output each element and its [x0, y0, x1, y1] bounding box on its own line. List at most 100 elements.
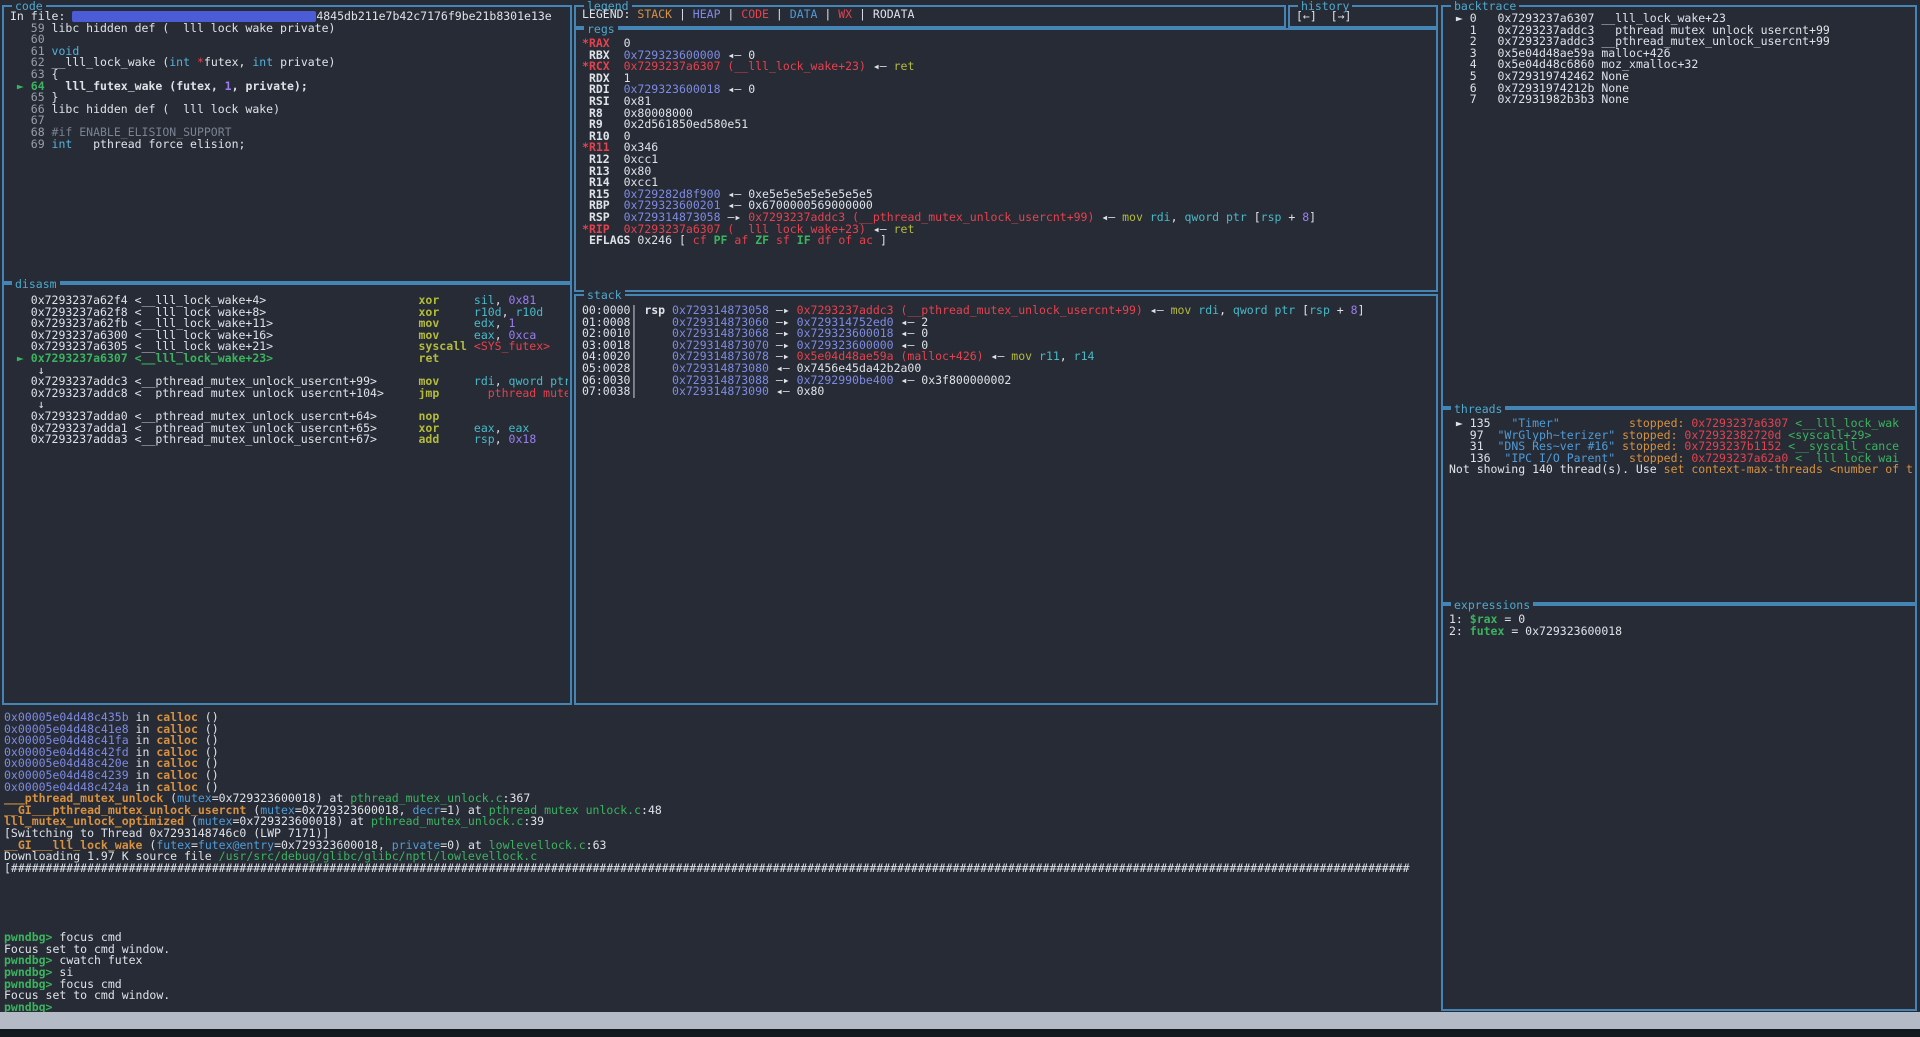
stack-row: 00:0000│ rsp 0x729314873058 —▸ 0x7293237…	[582, 305, 1434, 317]
source-line: In file: 4845db211e7b42c7176f9be21b8301e…	[10, 11, 568, 23]
console-line: [Switching to Thread 0x7293148746c0 (LWP…	[4, 828, 1438, 840]
status-bar: multi-thre Thread 0x7293148746 (cmd) In:…	[0, 1012, 1920, 1029]
expression-row: 1: $rax = 0	[1449, 614, 1913, 626]
register-row: R14 0xcc1	[582, 177, 1434, 189]
disasm-line: 0x7293237a6300 <__lll_lock_wake+16> mov …	[10, 330, 568, 342]
gdb-console[interactable]: 0x00005e04d48c435b in calloc () 0x00005e0…	[4, 712, 1438, 1012]
source-line: 63 {	[10, 69, 568, 81]
stack-row: 04:0020│ 0x729314873078 —▸ 0x5e04d48ae59…	[582, 351, 1434, 363]
backtrace-frame: 7 0x72931982b3b3 None	[1449, 94, 1913, 106]
register-row: *R11 0x346	[582, 142, 1434, 154]
expression-row: 2: futex = 0x729323600018	[1449, 626, 1913, 638]
thread-row: ► 135 "Timer" stopped: 0x7293237a6307 <_…	[1449, 418, 1913, 430]
console-line: pwndbg> si	[4, 967, 1438, 979]
expressions-content: 1: $rax = 02: futex = 0x729323600018	[1449, 614, 1913, 1007]
legend-line: LEGEND: STACK | HEAP | CODE | DATA | WX …	[582, 9, 1282, 21]
source-line: 69 int __pthread_force_elision;	[10, 139, 568, 151]
panel-title-regs: regs	[584, 22, 618, 36]
redacted-filepath	[72, 11, 316, 22]
console-line: lll_mutex_unlock_optimized (mutex=0x7293…	[4, 816, 1438, 828]
register-row: RSP 0x729314873058 —▸ 0x7293237addc3 (__…	[582, 212, 1434, 224]
legend-panel: legend LEGEND: STACK | HEAP | CODE | DAT…	[574, 5, 1286, 28]
console-line: 0x00005e04d48c42fd in calloc ()	[4, 747, 1438, 759]
code-content: In file: 4845db211e7b42c7176f9be21b8301e…	[10, 11, 568, 279]
pwndbg-terminal[interactable]: code In file: 4845db211e7b42c7176f9be21b…	[0, 0, 1920, 1037]
console-line: pwndbg> cwatch futex	[4, 955, 1438, 967]
register-row: R10 0	[582, 131, 1434, 143]
register-row: R12 0xcc1	[582, 154, 1434, 166]
backtrace-frame: ► 0 0x7293237a6307 __lll_lock_wake+23	[1449, 13, 1913, 25]
threads-panel: threads ► 135 "Timer" stopped: 0x7293237…	[1441, 408, 1917, 604]
register-row: R8 0x80008000	[582, 108, 1434, 120]
disasm-panel: disasm 0x7293237a62f4 <__lll_lock_wake+4…	[2, 283, 572, 705]
console-line: Focus set to cmd window.	[4, 990, 1438, 1002]
source-line: 66 libc_hidden_def (__lll_lock_wake)	[10, 104, 568, 116]
console-line	[4, 921, 1438, 933]
disasm-line: 0x7293237addc8 <__pthread_mutex_unlock_u…	[10, 388, 568, 400]
panel-title-stack: stack	[584, 288, 625, 302]
source-line: 60	[10, 34, 568, 46]
source-line: ► 64 lll_futex_wake (futex, 1, private);	[10, 81, 568, 93]
backtrace-panel: backtrace ► 0 0x7293237a6307 __lll_lock_…	[1441, 5, 1917, 408]
source-line: 62 __lll_lock_wake (int *futex, int priv…	[10, 57, 568, 69]
console-line: __GI___lll_lock_wake (futex=futex@entry=…	[4, 840, 1438, 852]
stack-row: 02:0010│ 0x729314873068 —▸ 0x72932360001…	[582, 328, 1434, 340]
expressions-panel: expressions 1: $rax = 02: futex = 0x7293…	[1441, 604, 1917, 1011]
backtrace-frame: 1 0x7293237addc3 __pthread_mutex_unlock_…	[1449, 25, 1913, 37]
register-row: *RAX 0	[582, 38, 1434, 50]
thread-row: Not showing 140 thread(s). Use set conte…	[1449, 464, 1913, 476]
backtrace-frame: 4 0x5e04d48c6860 moz_xmalloc+32	[1449, 59, 1913, 71]
disasm-line: 0x7293237a62f8 <__lll_lock_wake+8> xor r…	[10, 307, 568, 319]
thread-row: 97 "WrGlyph~terizer" stopped: 0x72932382…	[1449, 430, 1913, 442]
disasm-line: 0x7293237adda0 <__pthread_mutex_unlock_u…	[10, 411, 568, 423]
register-row: RDI 0x729323600018 ◂— 0	[582, 84, 1434, 96]
console-line: 0x00005e04d48c41fa in calloc ()	[4, 735, 1438, 747]
console-line: 0x00005e04d48c435b in calloc ()	[4, 712, 1438, 724]
legend-content: LEGEND: STACK | HEAP | CODE | DATA | WX …	[582, 9, 1282, 24]
panel-title-disasm: disasm	[12, 277, 60, 291]
stack-row: 03:0018│ 0x729314873070 —▸ 0x72932360000…	[582, 340, 1434, 352]
backtrace-content: ► 0 0x7293237a6307 __lll_lock_wake+23 1 …	[1449, 13, 1913, 404]
stack-content: 00:0000│ rsp 0x729314873058 —▸ 0x7293237…	[582, 305, 1434, 701]
console-line: ___pthread_mutex_unlock (mutex=0x7293236…	[4, 793, 1438, 805]
console-line: pwndbg> focus cmd	[4, 979, 1438, 991]
source-line: 59 libc_hidden_def (__lll_lock_wake_priv…	[10, 23, 568, 35]
register-row: RBX 0x729323600000 ◂— 0	[582, 50, 1434, 62]
console-line: __GI___pthread_mutex_unlock_usercnt (mut…	[4, 805, 1438, 817]
stack-row: 06:0030│ 0x729314873088 —▸ 0x7292990be40…	[582, 375, 1434, 387]
disasm-line: 0x7293237a6305 <__lll_lock_wake+21> sysc…	[10, 341, 568, 353]
panel-title-backtrace: backtrace	[1451, 0, 1519, 13]
history-content: [←] [→]	[1296, 9, 1434, 24]
history-back-button[interactable]: [←]	[1296, 9, 1317, 23]
panel-title-expressions: expressions	[1451, 598, 1533, 612]
register-row: R9 0x2d561850ed580e51	[582, 119, 1434, 131]
console-line	[4, 874, 1438, 886]
console-line: 0x00005e04d48c420e in calloc ()	[4, 758, 1438, 770]
console-line	[4, 909, 1438, 921]
bottom-strip	[0, 1029, 1920, 1037]
source-line: 65 }	[10, 92, 568, 104]
disasm-line: ↓	[10, 399, 568, 411]
source-line: 61 void	[10, 46, 568, 58]
threads-content: ► 135 "Timer" stopped: 0x7293237a6307 <_…	[1449, 418, 1913, 600]
source-line: 68 #if ENABLE_ELISION_SUPPORT	[10, 127, 568, 139]
backtrace-frame: 5 0x729319742462 None	[1449, 71, 1913, 83]
console-line: 0x00005e04d48c424a in calloc ()	[4, 782, 1438, 794]
backtrace-frame: 6 0x72931974212b None	[1449, 83, 1913, 95]
source-line: 67	[10, 115, 568, 127]
stack-row: 07:0038│ 0x729314873090 ◂— 0x80	[582, 386, 1434, 398]
disasm-line: 0x7293237adda1 <__pthread_mutex_unlock_u…	[10, 423, 568, 435]
panel-title-threads: threads	[1451, 402, 1505, 416]
disasm-line: 0x7293237a62fb <__lll_lock_wake+11> mov …	[10, 318, 568, 330]
disasm-line: 0x7293237a62f4 <__lll_lock_wake+4> xor s…	[10, 295, 568, 307]
disasm-line: 0x7293237addc3 <__pthread_mutex_unlock_u…	[10, 376, 568, 388]
history-forward-button[interactable]: [→]	[1331, 9, 1352, 23]
thread-row: 136 "IPC I/O Parent" stopped: 0x7293237a…	[1449, 453, 1913, 465]
register-row: R15 0x729282d8f900 ◂— 0xe5e5e5e5e5e5e5e5	[582, 189, 1434, 201]
stack-row: 05:0028│ 0x729314873080 ◂— 0x7456e45da42…	[582, 363, 1434, 375]
console-line	[4, 898, 1438, 910]
disasm-line: ↓	[10, 365, 568, 377]
backtrace-frame: 3 0x5e04d48ae59a malloc+426	[1449, 48, 1913, 60]
thread-row: 31 "DNS Res~ver #16" stopped: 0x7293237b…	[1449, 441, 1913, 453]
history-panel: history [←] [→]	[1288, 5, 1438, 28]
